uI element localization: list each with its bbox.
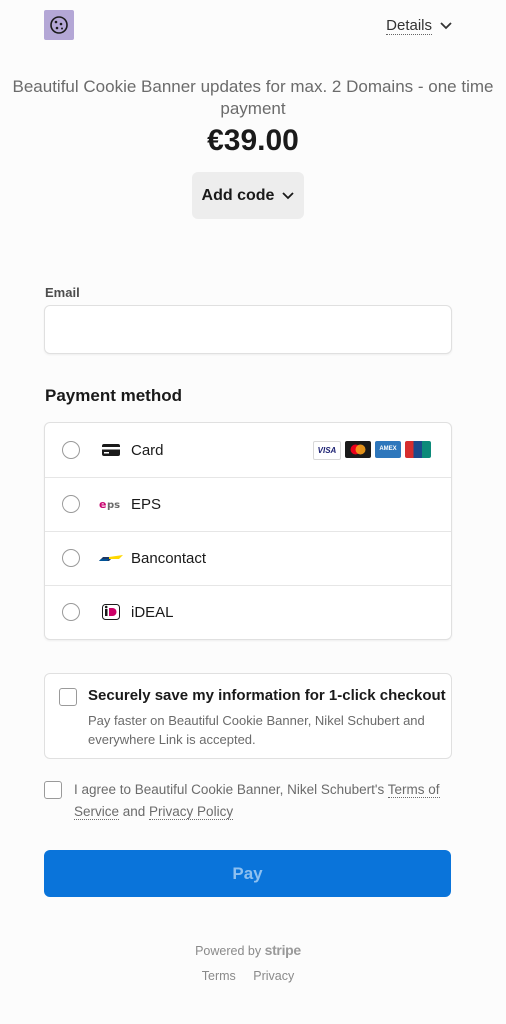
payment-method-list: Card VISA AMEX e ps EPS Bancontact iDEAL <box>44 422 452 640</box>
footer-terms-link[interactable]: Terms <box>202 969 236 983</box>
save-info-checkbox[interactable] <box>59 688 77 706</box>
powered-by: Powered by stripe <box>0 942 496 958</box>
payment-method-title: Payment method <box>45 386 182 405</box>
stripe-logo: stripe <box>264 942 302 958</box>
email-field[interactable] <box>44 305 452 354</box>
payment-method-ideal[interactable]: iDEAL <box>45 585 451 639</box>
add-code-label: Add code <box>201 186 275 204</box>
email-label: Email <box>45 285 80 300</box>
card-label: Card <box>131 441 164 459</box>
ideal-label: iDEAL <box>131 603 174 621</box>
svg-text:e: e <box>99 498 106 511</box>
payment-method-card[interactable]: Card VISA AMEX <box>45 423 451 478</box>
bancontact-label: Bancontact <box>131 549 207 567</box>
terms-text: I agree to Beautiful Cookie Banner, Nike… <box>74 779 454 823</box>
ideal-icon <box>99 604 123 620</box>
cookie-icon <box>50 16 68 34</box>
terms-and: and <box>119 804 150 819</box>
chevron-down-icon <box>282 191 295 199</box>
product-price: €39.00 <box>207 124 299 157</box>
card-brands: VISA AMEX <box>313 440 431 460</box>
terms-prefix: I agree to Beautiful Cookie Banner, Nike… <box>74 782 388 797</box>
visa-icon: VISA <box>313 440 341 460</box>
merchant-logo <box>44 10 74 40</box>
svg-text:ps: ps <box>107 500 120 511</box>
footer-privacy-link[interactable]: Privacy <box>253 969 294 983</box>
bancontact-radio[interactable] <box>62 549 80 567</box>
card-radio[interactable] <box>62 441 80 459</box>
eps-icon: e ps <box>99 496 123 512</box>
amex-icon: AMEX <box>375 440 401 458</box>
save-info-description: Pay faster on Beautiful Cookie Banner, N… <box>88 713 425 747</box>
details-label: Details <box>386 17 432 35</box>
eps-label: EPS <box>131 495 162 513</box>
card-icon <box>99 442 123 458</box>
mastercard-icon <box>345 440 371 458</box>
pay-label: Pay <box>232 863 263 883</box>
pay-button[interactable]: Pay <box>44 850 451 897</box>
ideal-radio[interactable] <box>62 603 80 621</box>
chevron-down-icon <box>440 22 452 30</box>
terms-checkbox[interactable] <box>44 781 62 799</box>
unionpay-icon <box>405 440 431 458</box>
payment-method-bancontact[interactable]: Bancontact <box>45 531 451 586</box>
save-info-box: Securely save my information for 1-click… <box>44 673 452 759</box>
privacy-policy-link[interactable]: Privacy Policy <box>149 804 234 820</box>
details-toggle[interactable]: Details <box>386 17 452 35</box>
bancontact-icon <box>99 550 123 566</box>
save-info-title: Securely save my information for 1-click… <box>88 687 446 704</box>
powered-by-text: Powered by <box>195 944 262 958</box>
product-name: Beautiful Cookie Banner updates for max.… <box>12 77 494 118</box>
eps-radio[interactable] <box>62 495 80 513</box>
footer-links: Terms Privacy <box>0 969 496 983</box>
payment-method-eps[interactable]: e ps EPS <box>45 477 451 532</box>
add-code-button[interactable]: Add code <box>192 172 304 219</box>
